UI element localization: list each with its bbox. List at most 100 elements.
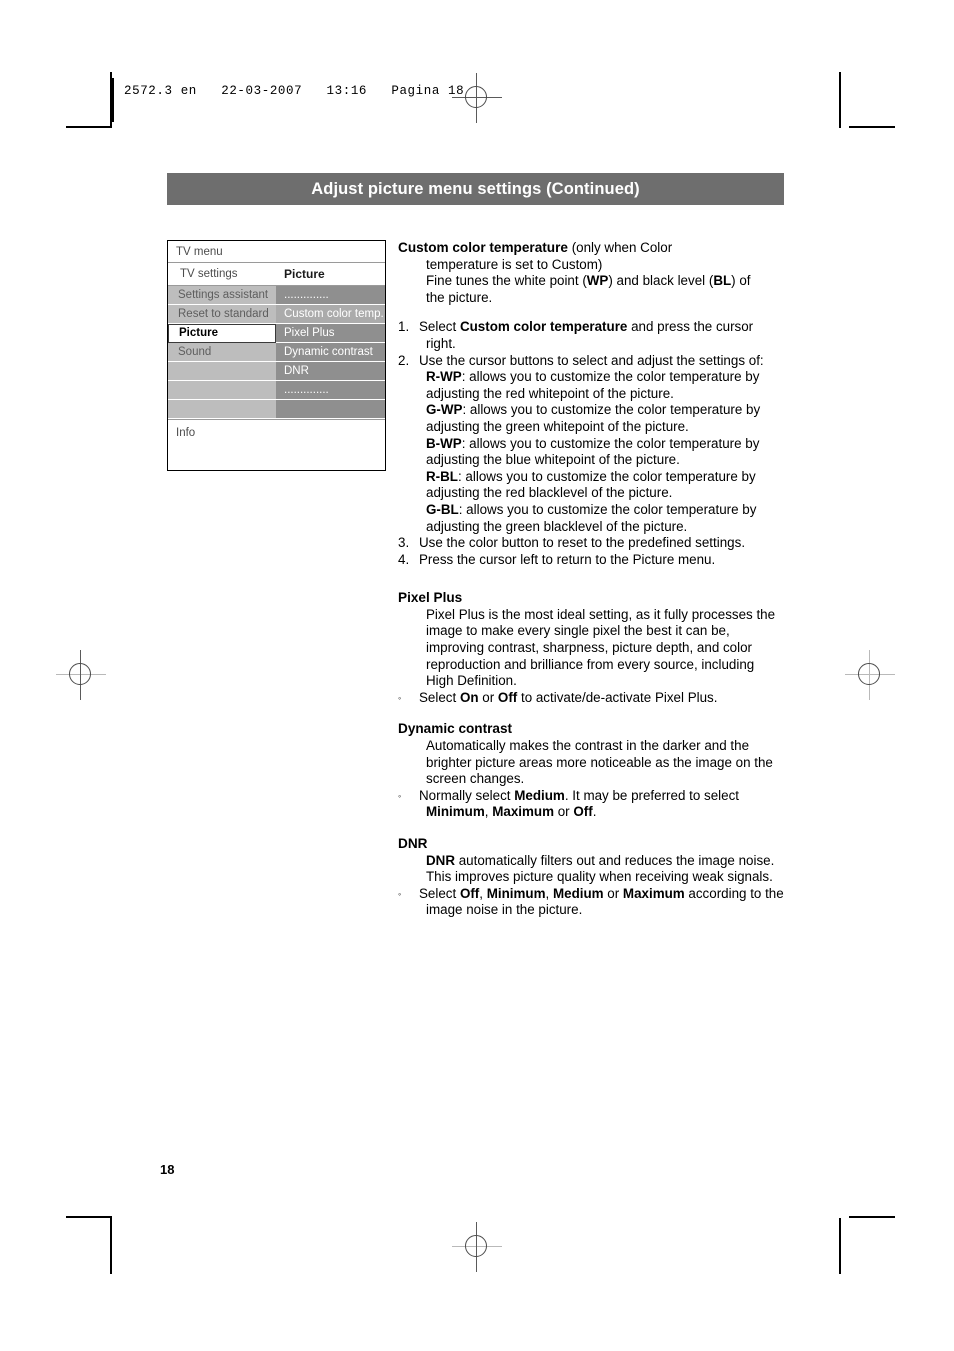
dc-bullet-d: or (554, 804, 574, 820)
option-off: Off (459, 885, 480, 901)
tv-menu-item-empty (168, 381, 276, 400)
param-r-wp: R-WP: allows you to customize the color … (398, 369, 784, 402)
param-r-bl: R-BL: allows you to customize the color … (398, 469, 784, 502)
tv-menu-row: Sound Dynamic contrast (168, 343, 385, 362)
tv-menu-option-dynamic-contrast[interactable]: Dynamic contrast (276, 343, 385, 362)
tv-menu-item-sound[interactable]: Sound (168, 343, 276, 362)
dnr-bullet-b: , (479, 885, 487, 901)
crop-mark-bottom-left-horizontal (66, 1216, 112, 1218)
heading-custom-color-temperature-suffix: (only when Color (567, 240, 673, 255)
custom-color-temperature-line2: temperature is set to Custom) (426, 256, 603, 272)
tv-menu-option-dots-top[interactable]: .............. (276, 286, 385, 305)
tv-menu-item-empty (168, 400, 276, 419)
param-g-bl: G-BL: allows you to customize the color … (398, 502, 784, 535)
pixel-plus-bullet-a: Select (419, 689, 460, 705)
main-content-column: Custom color temperature (only when Colo… (398, 240, 784, 919)
tv-menu-item-picture[interactable]: Picture (168, 324, 276, 343)
pixel-plus-bullet-mid: or (478, 689, 498, 705)
param-g-wp-desc: : allows you to customize the color temp… (426, 402, 761, 434)
step-2: 2. Use the cursor buttons to select and a… (398, 353, 784, 370)
step-1-text-a: Select (419, 319, 460, 335)
tv-menu-option-empty (276, 400, 385, 419)
tv-menu-row: Picture Pixel Plus (168, 324, 385, 343)
pixel-plus-bullet: ◦ Select On or Off to activate/de-activat… (398, 690, 784, 707)
dnr-bullet-a: Select (419, 885, 460, 901)
tv-menu-option-dots-bottom[interactable]: .............. (276, 381, 385, 400)
tv-menu-subheader-right: Picture (284, 267, 325, 281)
custom-color-temperature-line4: the picture. (426, 289, 493, 305)
slug-line: 2572.3 en 22-03-2007 13:16 Pagina 18 (124, 84, 465, 98)
registration-mark-ring (69, 663, 91, 685)
tv-menu-option-custom-color-temp[interactable]: Custom color temp. (276, 305, 385, 324)
tv-menu-rows: Settings assistant .............. Reset … (168, 286, 385, 419)
bullet-circle-icon: ◦ (398, 790, 402, 801)
tv-menu-mockup: TV menu TV settings Picture Settings ass… (167, 240, 386, 471)
option-minimum: Minimum (486, 885, 546, 901)
page-title: Adjust picture menu settings (Continued) (311, 179, 640, 198)
crop-mark-bottom-right-horizontal (849, 1216, 895, 1218)
bullet-circle-icon: ◦ (398, 692, 402, 703)
registration-mark-ring (465, 1235, 487, 1257)
option-off: Off (573, 804, 593, 820)
line3-part-b: ) and black level ( (608, 273, 714, 289)
crop-mark-top-left-horizontal (66, 126, 112, 128)
registration-mark-top (452, 73, 502, 123)
param-r-bl-key: R-BL (426, 468, 458, 484)
param-g-wp-key: G-WP (426, 402, 463, 418)
tv-menu-subheader: TV settings Picture (168, 263, 385, 286)
dnr-body-text: automatically filters out and reduces th… (426, 852, 775, 885)
tv-menu-option-dnr[interactable]: DNR (276, 362, 385, 381)
param-r-bl-desc: : allows you to customize the color temp… (426, 468, 756, 501)
page-number: 18 (160, 1162, 175, 1177)
param-b-wp-desc: : allows you to customize the color temp… (426, 435, 760, 468)
option-maximum: Maximum (622, 885, 685, 901)
tv-menu-row: Reset to standard Custom color temp. (168, 305, 385, 324)
bullet-circle-icon: ◦ (398, 888, 402, 899)
heading-pixel-plus: Pixel Plus (398, 590, 463, 606)
dc-bullet-a: Normally select (419, 787, 515, 803)
tv-menu-header-label: TV menu (176, 246, 223, 258)
abbrev-bl: BL (713, 273, 732, 289)
dnr-bullet-c: , (545, 885, 553, 901)
crop-mark-top-right-vertical (839, 72, 841, 128)
tv-menu-row: DNR (168, 362, 385, 381)
tv-menu-option-pixel-plus[interactable]: Pixel Plus (276, 324, 385, 343)
tv-menu-info-panel: Info (168, 419, 385, 466)
heading-dnr: DNR (398, 836, 428, 851)
tv-menu-item-empty (168, 362, 276, 381)
abbrev-wp: WP (586, 273, 609, 289)
crop-mark-bottom-right-vertical (839, 1218, 841, 1274)
param-g-bl-key: G-BL (426, 501, 459, 517)
crop-mark-bottom-left-vertical (110, 1218, 112, 1274)
tv-menu-item-settings-assistant[interactable]: Settings assistant (168, 286, 276, 305)
step-1-number: 1. (398, 319, 410, 335)
tv-menu-row: .............. (168, 381, 385, 400)
pixel-plus-bullet-b: to activate/de-activate Pixel Plus. (517, 689, 718, 705)
tv-menu-item-reset-to-standard[interactable]: Reset to standard (168, 305, 276, 324)
option-medium: Medium (514, 787, 565, 803)
tv-menu-info-label: Info (176, 427, 196, 439)
pixel-plus-body: Pixel Plus is the most ideal setting, as… (426, 606, 776, 689)
step-3: 3. Use the color button to reset to the p… (398, 535, 784, 552)
step-4-text: Press the cursor left to return to the P… (419, 551, 716, 567)
tv-menu-header: TV menu (168, 241, 385, 263)
step-3-number: 3. (398, 535, 410, 551)
dnr-body-bold: DNR (426, 852, 456, 868)
heading-custom-color-temperature: Custom color temperature (398, 240, 568, 255)
registration-mark-right (845, 650, 895, 700)
registration-mark-ring (858, 663, 880, 685)
dynamic-contrast-bullet: ◦ Normally select Medium. It may be prefe… (398, 788, 784, 821)
option-off: Off (497, 689, 518, 705)
step-4-number: 4. (398, 551, 410, 567)
option-medium: Medium (552, 885, 604, 901)
custom-color-temperature-line3: Fine tunes the white point (WP) and blac… (398, 273, 784, 290)
dnr-bullet-d: or (603, 885, 623, 901)
step-2-number: 2. (398, 352, 410, 368)
param-g-bl-desc: : allows you to customize the color temp… (426, 501, 757, 534)
tv-menu-subheader-left: TV settings (180, 268, 238, 280)
dnr-bullet: ◦ Select Off, Minimum, Medium or Maximum … (398, 886, 784, 919)
